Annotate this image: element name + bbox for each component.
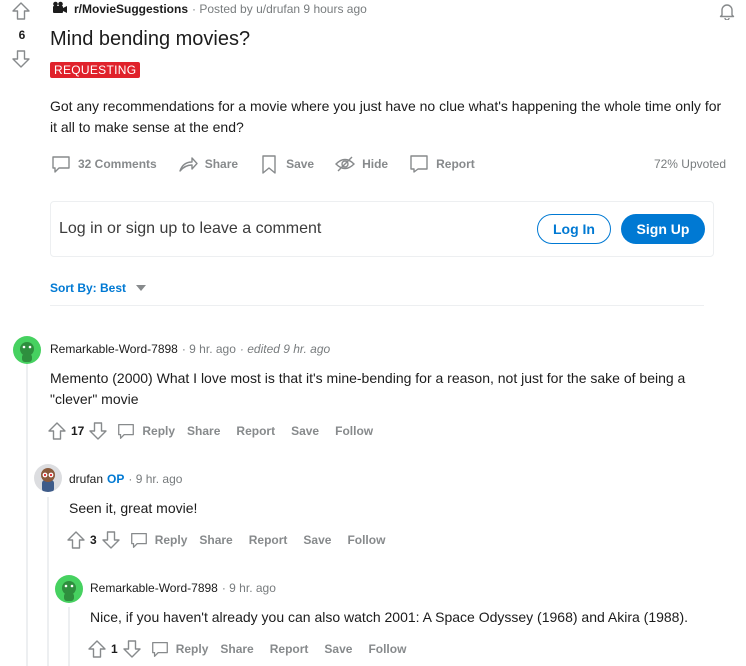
comment-icon [118,424,135,439]
bell-icon[interactable] [716,0,738,22]
report-button[interactable]: Report [236,424,275,438]
reply-button[interactable]: Reply [129,530,188,550]
share-button[interactable]: Share [177,153,238,175]
report-button[interactable]: Report [249,533,288,547]
hide-icon [335,156,356,172]
post-meta: r/MovieSuggestions · Posted by u/drufan … [52,1,367,17]
report-button[interactable]: Report [408,153,475,175]
post-body: Got any recommendations for a movie wher… [50,98,722,135]
comment-score: 17 [71,424,85,438]
downvote-icon[interactable] [88,421,108,441]
comment-time: · 9 hr. ago [221,581,276,595]
comment-actions: 1 Reply Share Report Save Follow [87,637,422,661]
comment-icon [151,642,168,657]
comment-prompt: Log in or sign up to leave a comment [59,220,322,237]
log-in-button[interactable]: Log In [537,214,611,244]
follow-button[interactable]: Follow [368,642,406,656]
post-actions: 32 Comments Share Save Hide Report [50,152,495,176]
save-button[interactable]: Save [291,424,319,438]
comment-edited: · edited 9 hr. ago [239,342,331,356]
comment-icon [130,533,147,548]
share-button[interactable]: Share [220,642,253,656]
follow-button[interactable]: Follow [347,533,385,547]
comments-label: 32 Comments [78,157,157,171]
downvote-icon[interactable] [101,530,121,550]
hide-label: Hide [362,157,389,171]
comment-text: Seen it, great movie! [69,500,198,516]
reply-label: Reply [154,533,188,547]
thread-line [68,607,70,666]
sort-dropdown[interactable]: Sort By: Best [50,281,147,295]
sign-up-button[interactable]: Sign Up [621,214,705,244]
save-button[interactable]: Save [258,153,314,175]
thread-line [47,497,49,666]
sort-label: Sort By: Best [50,281,127,295]
comment-actions: 17 Reply Share Report Save Follow [47,419,389,443]
comments-button[interactable]: 32 Comments [50,153,157,175]
upvote-icon[interactable] [87,639,107,659]
avatar[interactable] [13,336,41,364]
hide-button[interactable]: Hide [334,153,388,175]
avatar[interactable] [34,464,62,492]
avatar[interactable] [55,575,83,603]
comment-meta: Remarkable-Word-7898 · 9 hr. ago · edite… [50,342,330,356]
save-button[interactable]: Save [324,642,352,656]
report-icon [410,155,428,173]
post-flair[interactable]: REQUESTING [50,62,141,78]
upvote-icon[interactable] [66,530,86,550]
share-button[interactable]: Share [199,533,232,547]
comment-login-box: Log in or sign up to leave a comment Log… [50,201,714,257]
comment-author[interactable]: Remarkable-Word-7898 [50,342,178,356]
reply-label: Reply [175,642,209,656]
report-label: Report [436,157,475,171]
comment-score: 1 [111,642,118,656]
upvote-icon[interactable] [10,0,32,22]
save-label: Save [286,157,315,171]
op-badge: OP [107,472,125,486]
thread-line [26,364,28,666]
subreddit-link[interactable]: r/MovieSuggestions [74,2,188,16]
divider [50,305,704,306]
comment-actions: 3 Reply Share Report Save Follow [66,528,401,552]
share-label: Share [204,157,239,171]
reply-button[interactable]: Reply [116,421,175,441]
comment-text: Memento (2000) What I love most is that … [50,370,686,407]
share-button[interactable]: Share [187,424,220,438]
comment-time: · 9 hr. ago [181,342,236,356]
share-icon [179,157,198,172]
reply-label: Reply [142,424,176,438]
comment-icon [52,156,70,173]
save-icon [262,155,276,174]
comment-time: · 9 hr. ago [128,472,183,486]
reply-button[interactable]: Reply [150,639,209,659]
post-title: Mind bending movies? [50,28,251,50]
comment-meta: Remarkable-Word-7898 · 9 hr. ago [90,581,276,595]
subreddit-icon [52,1,68,18]
caret-down-icon [136,285,147,291]
comment-text: Nice, if you haven't already you can als… [90,609,689,625]
comment-author[interactable]: Remarkable-Word-7898 [90,581,218,595]
save-button[interactable]: Save [303,533,331,547]
downvote-icon[interactable] [10,48,32,70]
report-button[interactable]: Report [270,642,309,656]
follow-button[interactable]: Follow [335,424,373,438]
post-score: 6 [18,28,26,42]
comment-score: 3 [90,533,97,547]
comment-meta: drufan OP · 9 hr. ago [69,472,182,486]
upvote-ratio: 72% Upvoted [653,157,726,171]
downvote-icon[interactable] [122,639,142,659]
comment-author[interactable]: drufan [69,472,103,486]
upvote-icon[interactable] [47,421,67,441]
posted-by: · Posted by u/drufan 9 hours ago [192,2,367,16]
